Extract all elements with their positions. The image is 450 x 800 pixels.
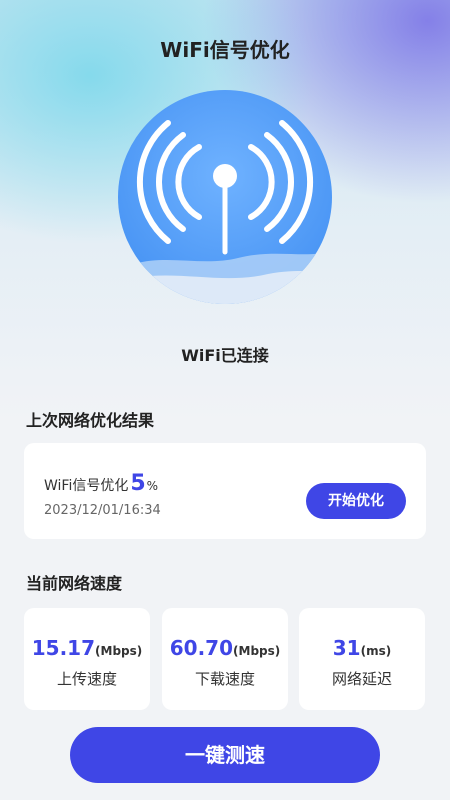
upload-speed-card: 15.17(Mbps) 上传速度 xyxy=(24,608,150,710)
latency-value: 31(ms) xyxy=(299,636,425,660)
latency-unit: (ms) xyxy=(360,644,392,658)
page-title: WiFi信号优化 xyxy=(160,38,290,62)
optimization-summary: WiFi信号优化 5 % xyxy=(44,471,158,496)
optimization-percent: 5 xyxy=(130,471,146,496)
latency-number: 31 xyxy=(332,636,361,660)
download-speed-number: 60.70 xyxy=(169,636,234,660)
latency-label: 网络延迟 xyxy=(331,670,392,688)
wifi-signal-tower-icon xyxy=(118,120,332,304)
optimization-percent-unit: % xyxy=(146,479,159,493)
latency-card: 31(ms) 网络延迟 xyxy=(299,608,425,710)
start-optimize-button[interactable]: 开始优化 xyxy=(306,483,406,519)
last-result-section-title: 上次网络优化结果 xyxy=(26,411,155,430)
upload-speed-unit: (Mbps) xyxy=(95,644,143,658)
current-speed-section-title: 当前网络速度 xyxy=(26,574,123,593)
download-speed-unit: (Mbps) xyxy=(233,644,281,658)
upload-speed-number: 15.17 xyxy=(31,636,96,660)
optimization-timestamp: 2023/12/01/16:34 xyxy=(44,503,161,518)
connection-status: WiFi已连接 xyxy=(181,346,269,365)
download-speed-card: 60.70(Mbps) 下载速度 xyxy=(162,608,288,710)
wifi-hero-circle xyxy=(118,90,332,304)
download-speed-value: 60.70(Mbps) xyxy=(162,636,288,660)
upload-speed-label: 上传速度 xyxy=(56,670,117,688)
last-result-card: WiFi信号优化 5 % 2023/12/01/16:34 开始优化 xyxy=(24,443,426,539)
upload-speed-value: 15.17(Mbps) xyxy=(24,636,150,660)
optimization-label: WiFi信号优化 xyxy=(44,478,129,494)
download-speed-label: 下载速度 xyxy=(194,670,255,688)
speed-test-button[interactable]: 一键测速 xyxy=(70,727,380,783)
